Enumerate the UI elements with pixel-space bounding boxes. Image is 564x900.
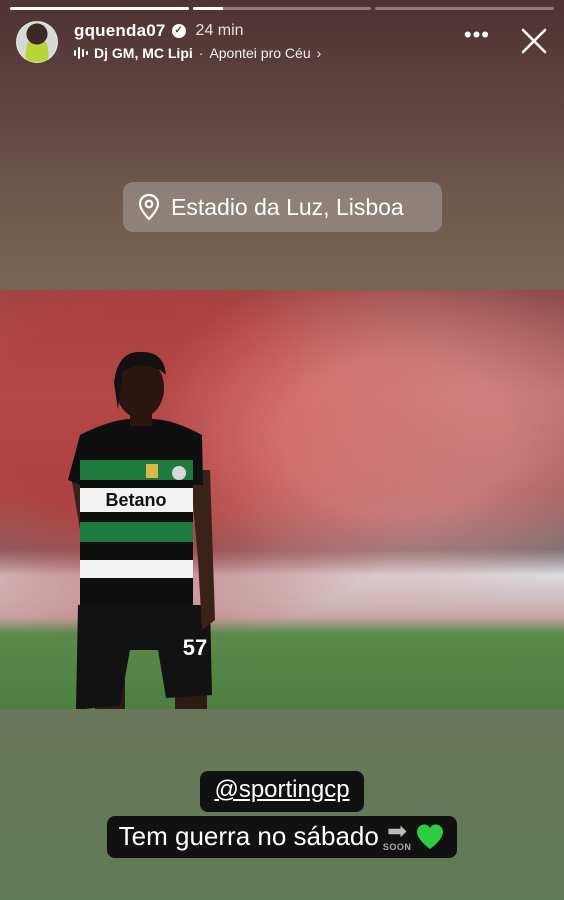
location-pin-icon: [138, 193, 160, 221]
text-caption: Tem guerra no sábado ➡ SOON: [0, 816, 564, 858]
jersey-sponsor: Betano: [105, 490, 166, 510]
player-figure: Betano 57: [68, 351, 215, 709]
story-progress: [10, 7, 555, 10]
mention-caption[interactable]: @sportingcp: [0, 771, 564, 812]
shirt-number: 57: [183, 635, 207, 660]
music-separator: ·: [198, 45, 204, 61]
music-artists: Dj GM, MC Lipi: [94, 45, 193, 61]
music-song-title: Apontei pro Céu: [209, 45, 311, 61]
avatar[interactable]: [16, 21, 58, 63]
close-icon[interactable]: [520, 27, 548, 55]
green-heart-icon: [417, 824, 444, 849]
more-icon[interactable]: •••: [464, 24, 490, 46]
username[interactable]: gquenda07: [74, 21, 166, 41]
caption-text: Tem guerra no sábado: [118, 821, 379, 851]
story-header: gquenda07 ✓ 24 min Dj GM, MC Lipi · Apon…: [16, 19, 548, 67]
progress-segment: [375, 7, 555, 10]
location-label: Estadio da Luz, Lisboa: [171, 193, 404, 220]
location-sticker[interactable]: Estadio da Luz, Lisboa: [123, 182, 442, 232]
audio-bars-icon: [74, 46, 88, 60]
post-time: 24 min: [195, 22, 244, 39]
story-photo: Betano 57: [0, 290, 564, 709]
progress-segment: [192, 7, 372, 10]
caption-text-box: Tem guerra no sábado ➡ SOON: [106, 816, 458, 858]
music-attribution[interactable]: Dj GM, MC Lipi · Apontei pro Céu ›: [74, 45, 321, 61]
mention-link[interactable]: @sportingcp: [200, 771, 364, 812]
user-row: gquenda07 ✓ 24 min: [74, 21, 244, 41]
chevron-right-icon: ›: [316, 45, 322, 61]
soon-arrow-icon: ➡ SOON: [382, 817, 412, 852]
progress-segment: [10, 7, 189, 10]
verified-badge-icon: ✓: [171, 24, 186, 38]
soon-label: SOON: [382, 841, 412, 852]
